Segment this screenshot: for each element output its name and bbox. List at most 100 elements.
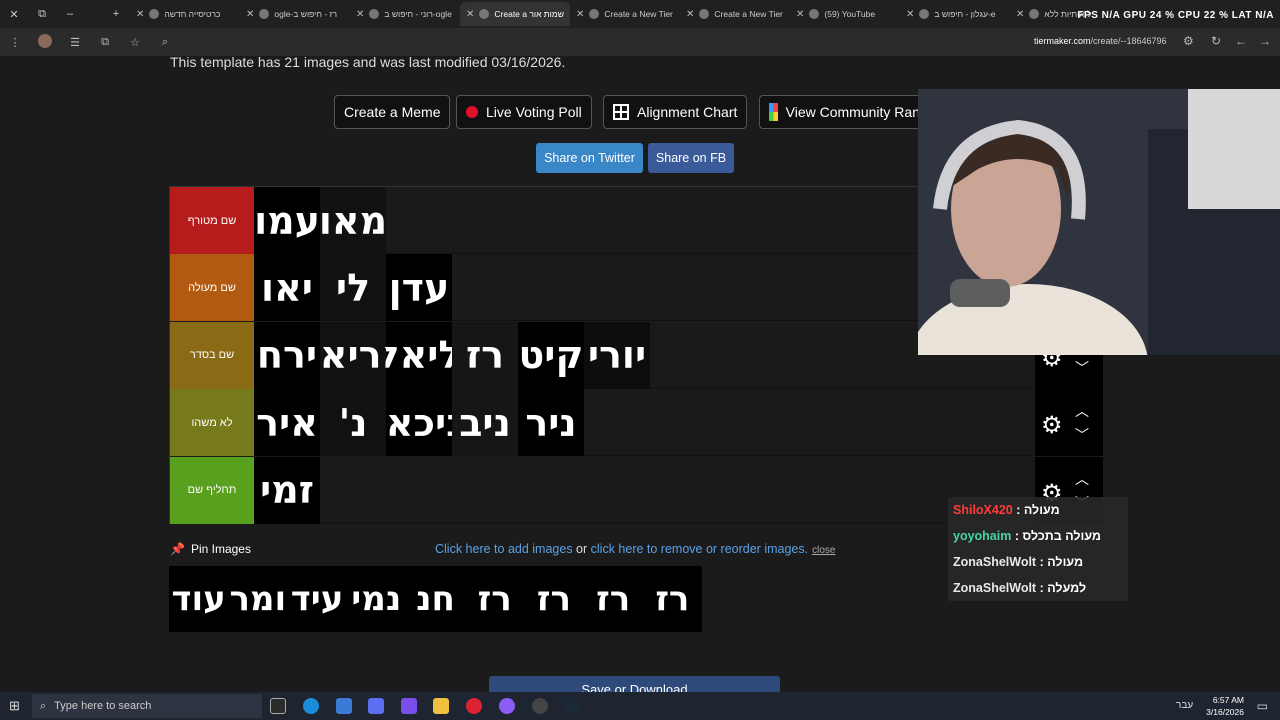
tier-item-image[interactable]: איר (254, 389, 320, 457)
gear-icon[interactable]: ⚙ (1041, 411, 1063, 440)
tier-item-image[interactable]: ניב (452, 389, 518, 457)
notifications-icon[interactable]: ▭ (1257, 699, 1268, 713)
alignment-chart-button[interactable]: Alignment Chart (603, 95, 748, 129)
pool-item-image[interactable]: רז (583, 566, 643, 632)
language-indicator[interactable]: עבר (1176, 700, 1193, 711)
task-view-icon[interactable] (270, 698, 286, 714)
browser-tab[interactable]: ✕ Create a שמות אור (460, 2, 570, 26)
address-bar[interactable]: tiermaker.com/create/--18646796 (1034, 36, 1167, 46)
share-twitter-button[interactable]: Share on Twitter (536, 143, 643, 173)
pool-item-image[interactable]: רז (642, 566, 702, 632)
close-tab-icon[interactable]: ✕ (576, 9, 584, 20)
close-link[interactable]: close (812, 545, 835, 556)
tier-item-image[interactable]: ירח (254, 321, 320, 389)
tier-label[interactable]: תחליף שם (170, 456, 254, 524)
clock[interactable]: 6:57 AM 3/16/2026 (1206, 694, 1244, 718)
search-placeholder: Type here to search (54, 700, 152, 712)
tier-item-image[interactable]: לי (320, 254, 386, 322)
zoom-icon[interactable]: ⌕ (150, 36, 180, 49)
live-voting-button[interactable]: Live Voting Poll (456, 95, 592, 129)
reload-icon[interactable]: ↻ (1211, 34, 1221, 48)
add-images-link[interactable]: Click here to add images (435, 542, 573, 556)
browser-tab[interactable]: ✕ (59) YouTube (790, 2, 900, 26)
tier-item-image[interactable]: ניר (518, 389, 584, 457)
close-tab-icon[interactable]: ✕ (686, 9, 694, 20)
browser-tab[interactable]: ✕ כרטיסייה חדשה (130, 2, 240, 26)
app-icon[interactable] (401, 698, 417, 714)
move-up-icon[interactable]: ︿ (1075, 401, 1089, 421)
store-icon[interactable] (336, 698, 352, 714)
extensions-icon[interactable]: ⧉ (90, 36, 120, 49)
tier-item-image[interactable]: זמי (254, 456, 320, 524)
move-down-icon[interactable]: ﹀ (1075, 425, 1089, 445)
browser-toolbar: ⋮ ☰ ⧉ ☆ ⌕ tiermaker.com/create/--1864679… (0, 28, 1280, 56)
close-window-icon[interactable]: ✕ (0, 8, 28, 21)
close-tab-icon[interactable]: ✕ (246, 9, 254, 20)
move-down-icon[interactable]: ﹀ (1075, 358, 1089, 378)
taskbar-search[interactable]: ⌕ Type here to search (32, 694, 262, 718)
site-settings-icon[interactable]: ⚙ (1183, 34, 1194, 48)
pool-item-image[interactable]: רז (524, 566, 584, 632)
windows-start-icon[interactable]: ⊞ (9, 698, 20, 714)
tab-label: Create a New Tier (714, 9, 783, 19)
sidebar-icon[interactable]: ☰ (60, 36, 90, 49)
browser-tab[interactable]: ✕ ogle-רז - חיפוש ב (240, 2, 350, 26)
close-tab-icon[interactable]: ✕ (1016, 9, 1024, 20)
obs-icon[interactable] (532, 698, 548, 714)
back-icon[interactable]: ← (1235, 34, 1247, 48)
pool-item-image[interactable]: חנ (405, 566, 466, 632)
profile-avatar[interactable] (30, 33, 60, 51)
community-rankings-button[interactable]: View Community Ran (759, 95, 929, 129)
browser-tab[interactable]: ✕ רוני - חיפוש ב-ogle (350, 2, 460, 26)
forward-icon[interactable]: → (1259, 34, 1271, 48)
create-meme-button[interactable]: Create a Meme (334, 95, 451, 129)
browser-tab[interactable]: ✕ עגלון - חיפוש ב-e (900, 2, 1010, 26)
pool-item-image[interactable]: ומר (228, 566, 288, 632)
file-explorer-icon[interactable] (433, 698, 449, 714)
close-tab-icon[interactable]: ✕ (796, 9, 804, 20)
pool-item-image[interactable]: נמי (346, 566, 406, 632)
chat-text: מעולה (1047, 555, 1084, 569)
tier-item-image[interactable]: רז (452, 321, 518, 389)
tier-item-image[interactable]: ליאל (386, 321, 452, 389)
tier-item-image[interactable]: 'נ (320, 389, 386, 457)
remove-images-link[interactable]: click here to remove or reorder images. (591, 542, 808, 556)
copilot-icon[interactable] (368, 698, 384, 714)
new-tab-icon[interactable]: + (102, 8, 130, 20)
grid-icon (613, 104, 629, 120)
pool-item-image[interactable]: עיד (287, 566, 347, 632)
tier-label[interactable]: שם מעולה (170, 254, 254, 322)
pool-item-image[interactable]: עוד (169, 566, 229, 632)
bookmark-star-icon[interactable]: ☆ (120, 36, 150, 49)
tab-search-icon[interactable]: ⧉ (28, 8, 56, 21)
close-tab-icon[interactable]: ✕ (136, 9, 144, 20)
tier-label[interactable]: לא משהו (170, 389, 254, 457)
share-fb-button[interactable]: Share on FB (648, 143, 734, 173)
tier-item-image[interactable]: ניכאי (386, 389, 452, 457)
pool-item-image[interactable]: רז (465, 566, 525, 632)
tier-item-image[interactable]: יורי (584, 321, 650, 389)
tier-item-image[interactable]: מאו (320, 187, 386, 254)
steam-icon[interactable] (564, 698, 580, 714)
discord-icon[interactable] (499, 698, 515, 714)
tier-item-image[interactable]: יאו (254, 254, 320, 322)
move-up-icon[interactable]: ︿ (1075, 469, 1089, 489)
close-tab-icon[interactable]: ✕ (906, 9, 914, 20)
tier-item-image[interactable]: קיט (518, 321, 584, 389)
tier-label[interactable]: שם בסדר (170, 321, 254, 389)
tier-item-image[interactable]: עדן (386, 254, 452, 322)
tier-label[interactable]: שם מטורף (170, 187, 254, 254)
close-tab-icon[interactable]: ✕ (356, 9, 364, 20)
close-tab-icon[interactable]: ✕ (466, 9, 474, 20)
tier-item-image[interactable]: עמו (254, 187, 320, 254)
browser-tab[interactable]: ✕ Create a New Tier (680, 2, 790, 26)
menu-icon[interactable]: ⋮ (0, 36, 30, 49)
save-download-button[interactable]: Save or Download (489, 676, 780, 692)
tier-item-image[interactable]: אריאל (320, 321, 386, 389)
url-path: /create/--18646796 (1090, 36, 1167, 46)
pin-images-toggle[interactable]: 📌 Pin Images (170, 542, 251, 556)
browser-tab[interactable]: ✕ Create a New Tier (570, 2, 680, 26)
edge-icon[interactable] (303, 698, 319, 714)
minimize-icon[interactable]: – (56, 8, 84, 20)
chrome-icon[interactable] (466, 698, 482, 714)
